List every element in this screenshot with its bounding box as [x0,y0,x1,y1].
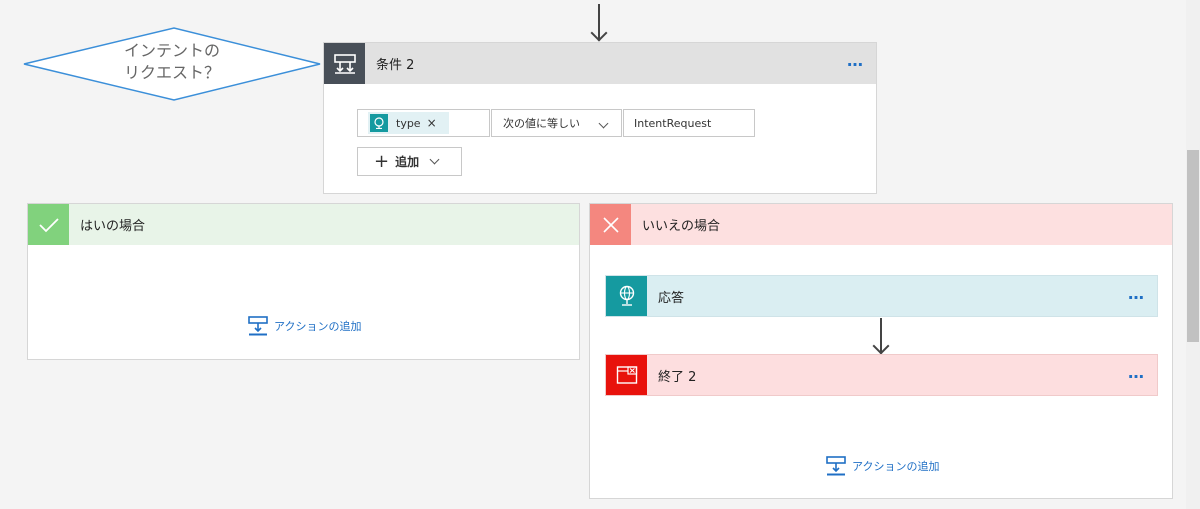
globe-icon [606,276,647,316]
yes-branch-card: はいの場合 アクションの追加 [27,203,580,360]
cross-icon [590,204,631,245]
token-label: type [396,116,421,130]
response-action-header[interactable]: 応答 … [606,276,1157,316]
add-action-label: アクションの追加 [852,460,940,473]
chevron-down-icon [429,154,440,165]
terminate-icon [606,355,647,395]
response-action-title: 応答 [658,290,685,306]
no-branch-header[interactable]: いいえの場合 [590,204,1172,245]
scrollbar-thumb[interactable] [1187,150,1199,342]
checkmark-icon [28,204,69,245]
plus-icon: + [374,151,390,172]
yes-branch-title: はいの場合 [80,219,146,234]
terminate-action-header[interactable]: 終了 2 … [606,355,1157,395]
terminate-action-title: 終了 2 [658,369,697,385]
condition-menu-icon[interactable]: … [847,53,864,69]
dynamic-token[interactable]: type × [368,112,449,134]
decision-diamond-text: インテントの リクエスト？ [123,41,220,82]
condition-card: 条件 2 … type × 次の値に等しい IntentRequest + 追加 [323,42,877,194]
terminate-menu-icon[interactable]: … [1128,365,1145,381]
condition-title: 条件 2 [376,58,415,73]
vertical-scrollbar[interactable] [1186,0,1200,509]
no-branch-title: いいえの場合 [642,219,721,234]
add-action-icon [826,456,846,476]
add-action-icon [248,316,268,336]
condition-operand-left[interactable]: type × [357,109,490,137]
add-button-label: 追加 [395,155,420,169]
condition-value: IntentRequest [634,116,712,130]
condition-operator-select[interactable]: 次の値に等しい [491,109,622,137]
condition-header[interactable]: 条件 2 … [324,43,876,84]
no-branch-card: いいえの場合 応答 … 終了 2 … アクションの追加 [589,203,1173,499]
operator-label: 次の値に等しい [503,117,580,130]
response-action-card[interactable]: 応答 … [605,275,1158,317]
yes-branch-header[interactable]: はいの場合 [28,204,579,245]
globe-icon [370,114,388,132]
response-menu-icon[interactable]: … [1128,286,1145,302]
condition-value-input[interactable]: IntentRequest [623,109,755,137]
yes-add-action-link[interactable]: アクションの追加 [248,316,361,336]
add-condition-button[interactable]: + 追加 [357,147,462,176]
terminate-action-card[interactable]: 終了 2 … [605,354,1158,396]
token-remove-icon[interactable]: × [427,116,437,130]
chevron-down-icon [598,118,609,129]
add-action-label: アクションの追加 [274,320,362,333]
no-add-action-link[interactable]: アクションの追加 [826,456,939,476]
condition-icon [324,43,365,84]
